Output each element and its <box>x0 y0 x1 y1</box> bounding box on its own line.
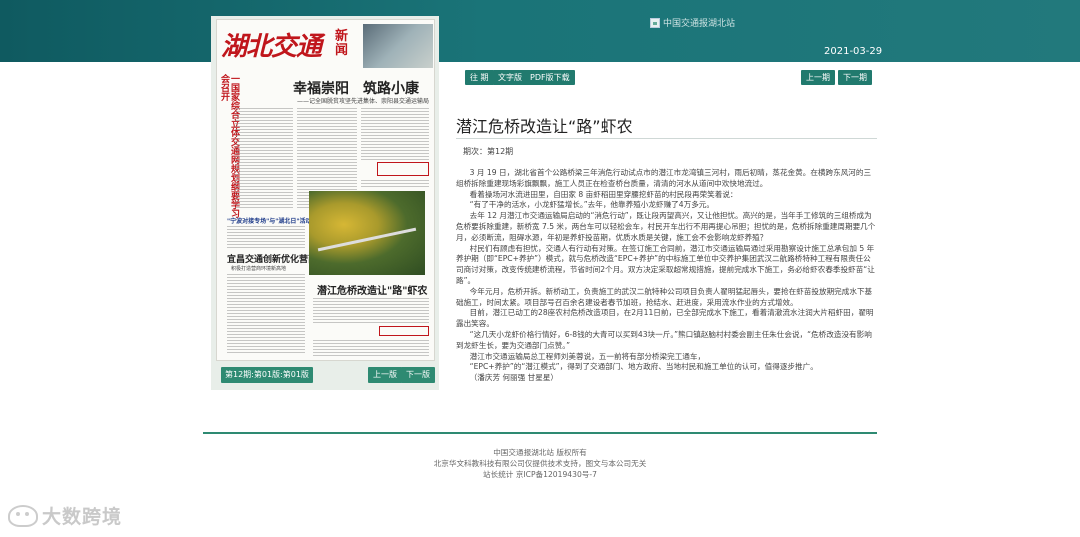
footer-copyright: 中国交通报湖北站 版权所有 <box>493 448 587 457</box>
article-paragraph: 今年元月，危桥开拆。新桥动工，负责施工的武汉二航特种公司项目负责人翟明猛起唇头，… <box>456 286 873 307</box>
article-paragraph: 3 月 19 日，湖北省首个公路桥梁三年消危行动试点市的潜江市龙湾镇三河村，雨后… <box>456 168 872 188</box>
broken-image-icon <box>650 17 660 28</box>
pdf-download-button[interactable]: PDF版下载 <box>525 70 575 85</box>
article-paragraph: 潜江市交通运输局总工程师刘美蓉说，五一前将有部分桥梁完工通车， <box>469 351 706 361</box>
article-title: 潜江危桥改造让“路”虾农 <box>456 117 633 136</box>
article-paragraph: 去年 12 月潜江市交通运输局启动的“消危行动”，既让段丙望高兴，又让他担忧。高… <box>456 211 876 242</box>
paper-red-box-2 <box>379 326 429 336</box>
issue-date: 2021-03-29 <box>824 46 883 57</box>
masthead-news: 新闻 <box>335 29 349 58</box>
prev-issue-button[interactable]: 上一期 <box>801 70 835 85</box>
prev-page-button[interactable]: 上一版 <box>368 367 402 383</box>
text-column <box>361 108 429 160</box>
text-column <box>313 298 429 324</box>
paper-headline-blue[interactable]: "宁波对接专场"与"湖北日"活动 <box>227 216 312 225</box>
next-page-button[interactable]: 下一版 <box>401 367 435 383</box>
paper-headline-main[interactable]: 幸福崇阳 筑路小康 <box>293 78 419 98</box>
banner-alt-text: 中国交通报湖北站 <box>663 19 736 29</box>
text-column <box>227 226 305 248</box>
article-paragraph: “EPC+养护”的“潜江模式”，得到了交通部门、地方政府、当地村民和施工单位的认… <box>469 362 818 372</box>
paper-headline-mid-sub: 积极打造营商环境新高地 <box>231 266 287 272</box>
footer: 中国交通报湖北站 版权所有 北京华文科教科技有限公司仅提供技术支持，图文与本公司… <box>0 447 1080 480</box>
paper-red-box <box>377 162 429 176</box>
page-info-badge: 第12期:第01版:第01版 <box>221 367 313 383</box>
article-paragraph: 看着操场河水流进田里，自田家 8 亩虾稻田里穿腰挖虾苗的村民段再荣笑着说： <box>469 189 738 199</box>
page-pager: 第12期:第01版:第01版 上一版 下一版 <box>221 367 435 383</box>
newspaper-page-image[interactable]: 湖北交通 新闻 一国家综合立体交通网规划纲要学习会召开 幸福崇阳 筑路小康 ——… <box>216 19 435 361</box>
header-banner <box>0 0 1080 62</box>
next-issue-button[interactable]: 下一期 <box>838 70 872 85</box>
article-issue: 期次：第12期 <box>463 147 514 156</box>
rapeseed-field-photo <box>309 191 425 275</box>
title-divider <box>456 138 877 139</box>
article-paragraph: “这几天小龙虾价格行情好，6-8钱的大青可以买到43块一斤。”熊口镇赵脑村村委会… <box>456 329 872 350</box>
article-body: 3 月 19 日，湖北省首个公路桥梁三年消危行动试点市的潜江市龙湾镇三河村，雨后… <box>456 168 877 384</box>
watermark-text: 大数跨境 <box>42 506 123 528</box>
text-column <box>235 108 293 208</box>
masthead-title: 湖北交通 <box>221 32 322 62</box>
newspaper-panel: 湖北交通 新闻 一国家综合立体交通网规划纲要学习会召开 幸福崇阳 筑路小康 ——… <box>211 16 439 390</box>
text-version-button[interactable]: 文字版 <box>493 70 527 85</box>
article-paragraph: “有了干净的活水，小龙虾猛增长。”去年，他靠养殖小龙虾赚了4万多元。 <box>469 200 714 210</box>
watermark: 大数跨境 <box>8 502 122 529</box>
article-paragraph: 目前，潜江已动工的28座农村危桥改造项目，在2月11日前，已全部完成水下施工，看… <box>456 308 874 329</box>
article-byline: （潘庆芳 何丽强 甘星星） <box>469 373 559 383</box>
article-paragraph: 村民们有顾虑有担忧，交通人有行动有对策。在签订施工合同前，潜江市交通运输局通过采… <box>456 243 875 285</box>
banner-image: 中国交通报湖北站 <box>650 16 735 29</box>
text-column <box>313 340 429 356</box>
past-issues-button[interactable]: 往 期 <box>465 70 494 85</box>
footer-icp-link[interactable]: 站长统计 京ICP备12019430号-7 <box>0 469 1080 480</box>
footer-support: 北京华文科教科技有限公司仅提供技术支持，图文与本公司无关 <box>433 459 647 468</box>
paper-headline-sub: ——记全国脱贫攻坚先进集体、崇阳县交通运输局 <box>297 98 430 105</box>
watermark-logo-icon <box>8 504 38 527</box>
paper-headline-bottom[interactable]: 潜江危桥改造让"路"虾农 <box>317 282 427 297</box>
masthead-photo <box>363 24 433 68</box>
text-column <box>361 180 429 188</box>
red-vertical-headline[interactable]: 一国家综合立体交通网规划纲要学习会召开 <box>219 74 239 224</box>
footer-divider <box>203 432 877 434</box>
text-column <box>227 274 305 354</box>
